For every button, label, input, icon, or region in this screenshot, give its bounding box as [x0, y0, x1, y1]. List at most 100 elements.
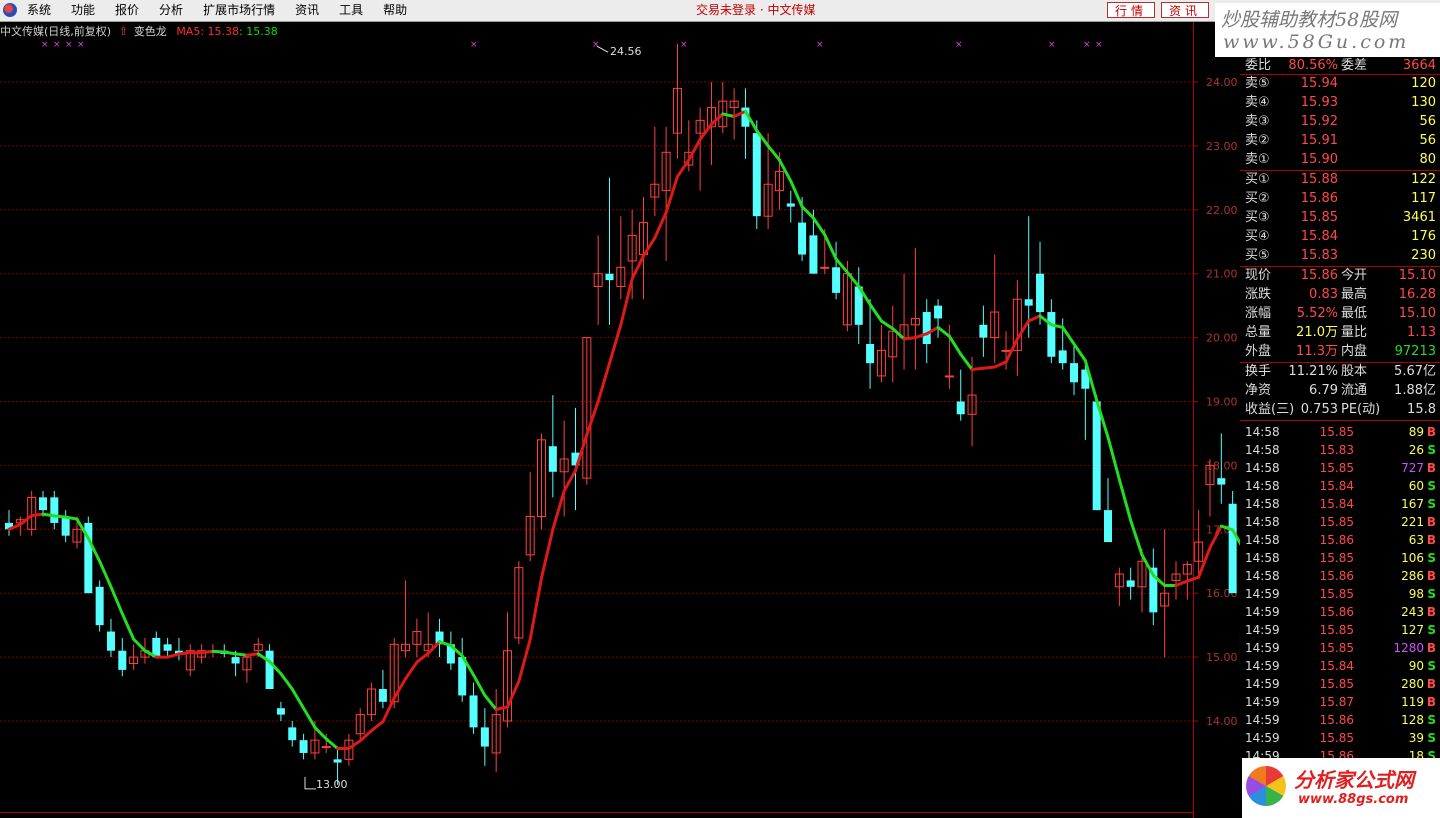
tick-row: 14:59 15.85 280 B: [1240, 675, 1440, 693]
ma5-segment: [721, 112, 736, 119]
bid-volume: 117: [1411, 191, 1436, 206]
candle-body: [265, 650, 274, 690]
tick-price: 15.85: [1319, 623, 1354, 637]
logo-text: 分析家公式网: [1294, 768, 1414, 792]
indicator-name[interactable]: 变色龙: [134, 25, 167, 38]
ma5-segment: [302, 706, 317, 729]
fundamental-row: 换手 11.21% 股本 5.67亿: [1240, 363, 1440, 381]
candle-body: [605, 273, 614, 281]
tick-volume: 90: [1408, 659, 1424, 673]
stat-value-2: 15.10: [1398, 306, 1436, 321]
bid-row[interactable]: 买① 15.88 122: [1240, 171, 1440, 189]
tick-side: S: [1427, 731, 1436, 745]
tick-price: 15.85: [1319, 641, 1354, 655]
tick-volume: 167: [1401, 497, 1424, 511]
low-price-label: 13.00: [316, 778, 348, 791]
candle-body: [866, 343, 875, 364]
ask-volume: 56: [1419, 114, 1436, 129]
bid-volume: 3461: [1402, 210, 1436, 225]
fundamental-value-2: 5.67亿: [1394, 364, 1436, 379]
bid-row[interactable]: 买⑤ 15.83 230: [1240, 247, 1440, 265]
ma5-segment: [675, 158, 691, 179]
candle-body: [95, 586, 104, 626]
bid-row[interactable]: 买② 15.86 117: [1240, 190, 1440, 208]
price-axis-label: 14.00: [1206, 715, 1238, 728]
tick-price: 15.86: [1319, 605, 1354, 619]
tick-side: S: [1427, 443, 1436, 457]
tick-time: 14:59: [1245, 641, 1280, 655]
tick-side: S: [1427, 659, 1436, 673]
weicha-label: 委差: [1341, 58, 1368, 73]
ask-label: 卖②: [1245, 133, 1270, 148]
ask-row[interactable]: 卖② 15.91 56: [1240, 132, 1440, 150]
watermark-url: www.58Gu.com: [1223, 31, 1410, 53]
tick-price: 15.85: [1319, 551, 1354, 565]
ask-row[interactable]: 卖⑤ 15.94 120: [1240, 75, 1440, 93]
tick-time: 14:58: [1245, 461, 1280, 475]
stock-title[interactable]: 中文传媒(日线,前复权): [0, 25, 111, 38]
ma5-value: : 15.38: [239, 25, 278, 38]
ma5-segment: [562, 469, 577, 493]
tick-row: 14:59 15.86 243 B: [1240, 603, 1440, 621]
signal-marker: ×: [53, 40, 61, 50]
tick-price: 15.84: [1319, 659, 1354, 673]
kline-chart[interactable]: 24.0023.0022.0021.0020.0019.0018.0017.00…: [0, 0, 1240, 818]
stat-row: 现价 15.86 今开 15.10: [1240, 267, 1440, 285]
stat-value: 11.3万: [1296, 344, 1338, 359]
candle-body: [333, 759, 342, 763]
candle-body: [50, 497, 59, 523]
stat-label: 现价: [1245, 268, 1272, 283]
candle-body: [378, 689, 387, 702]
ma5-segment: [132, 637, 147, 653]
ma5-segment: [415, 651, 430, 664]
ma5-segment: [630, 254, 645, 281]
ask-row[interactable]: 卖① 15.90 80: [1240, 151, 1440, 169]
signal-marker: ×: [680, 40, 688, 50]
stat-row: 涨跌 0.83 最高 16.28: [1240, 286, 1440, 304]
bid-row[interactable]: 买④ 15.84 176: [1240, 228, 1440, 246]
stat-label-2: 今开: [1341, 268, 1368, 283]
bid-volume: 230: [1411, 248, 1436, 263]
stat-label: 外盘: [1245, 344, 1272, 359]
ask-row[interactable]: 卖④ 15.93 130: [1240, 94, 1440, 112]
bid-label: 买①: [1245, 172, 1270, 187]
tick-row: 14:59 15.85 1280 B: [1240, 639, 1440, 657]
candle-body: [922, 312, 931, 344]
tick-row: 14:58 15.85 89 B: [1240, 423, 1440, 441]
tick-row: 14:58 15.85 106 S: [1240, 549, 1440, 567]
candle-body: [163, 644, 172, 651]
candle-body: [956, 401, 965, 415]
candle-body: [1217, 478, 1226, 485]
tick-time: 14:58: [1245, 443, 1280, 457]
candle-body: [820, 266, 830, 269]
ask-volume: 130: [1411, 95, 1436, 110]
tick-time: 14:58: [1245, 479, 1280, 493]
ma5-segment: [483, 693, 498, 711]
fundamental-label: 换手: [1245, 364, 1272, 379]
tick-volume: 119: [1401, 695, 1424, 709]
weibi-row: 委比 80.56% 委差 3664: [1240, 57, 1440, 75]
signal-marker: ×: [470, 40, 478, 50]
candle-body: [299, 740, 308, 753]
tick-side: S: [1427, 713, 1436, 727]
tick-side: S: [1427, 551, 1436, 565]
tick-price: 15.83: [1319, 443, 1354, 457]
bid-row[interactable]: 买③ 15.85 3461: [1240, 209, 1440, 227]
ask-volume: 80: [1419, 152, 1436, 167]
tick-side: B: [1426, 605, 1436, 619]
candle-body: [548, 446, 557, 472]
ma5-segment: [540, 527, 555, 580]
tick-row: 14:59 15.85 39 S: [1240, 729, 1440, 747]
candle-body: [288, 727, 297, 741]
stat-label-2: 内盘: [1341, 344, 1368, 359]
bid-label: 买⑤: [1245, 248, 1270, 263]
ask-row[interactable]: 卖③ 15.92 56: [1240, 113, 1440, 131]
ma5-segment: [1174, 579, 1189, 588]
ma5-segment: [1129, 518, 1144, 557]
tick-row: 14:58 15.85 221 B: [1240, 513, 1440, 531]
fundamental-value: 6.79: [1309, 383, 1338, 398]
tick-volume: 1280: [1393, 641, 1424, 655]
stat-label-2: 最低: [1341, 306, 1368, 321]
stat-row: 外盘 11.3万 内盘 97213: [1240, 343, 1440, 361]
candle-body: [231, 657, 240, 664]
